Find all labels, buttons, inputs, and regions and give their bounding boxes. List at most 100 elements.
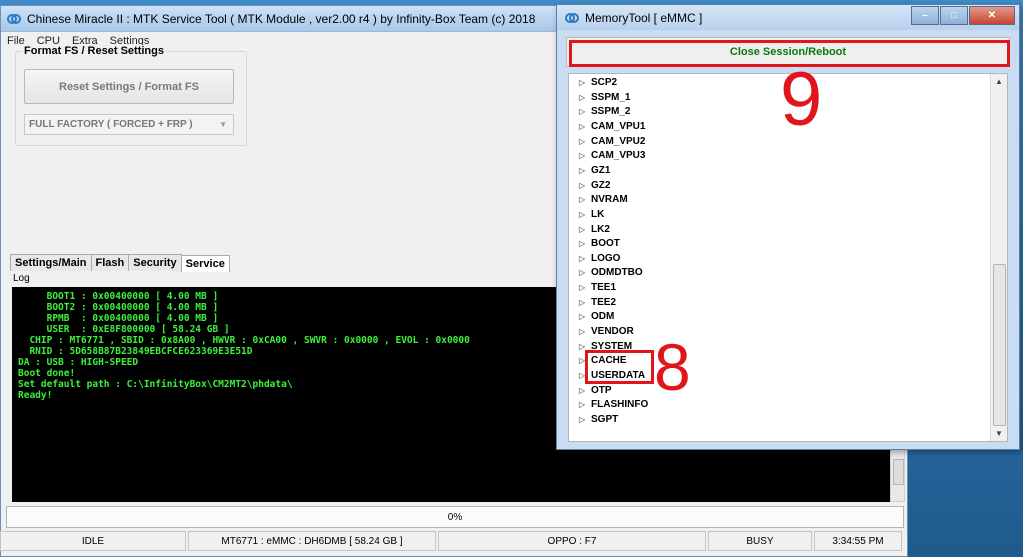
expand-arrow-icon[interactable]: ▷ [579, 166, 591, 175]
status-state: IDLE [0, 531, 186, 551]
tab-security[interactable]: Security [128, 254, 182, 271]
tree-item-gz1[interactable]: ▷ GZ1 [579, 165, 610, 176]
chevron-down-icon: ▼ [219, 120, 227, 129]
tree-item-label: SCP2 [591, 77, 618, 88]
tree-item-label: TEE2 [591, 296, 617, 308]
tree-item-label: SSPM_2 [591, 106, 631, 118]
tree-item-nvram[interactable]: ▷ NVRAM [579, 194, 628, 205]
expand-arrow-icon[interactable]: ▷ [579, 327, 591, 336]
tree-item-sspm-2[interactable]: ▷ SSPM_2 [579, 106, 630, 117]
main-window-title: Chinese Miracle II : MTK Service Tool ( … [27, 11, 536, 26]
tree-scrollbar[interactable]: ▲ ▼ [990, 74, 1007, 441]
format-reset-group: Format FS / Reset Settings Reset Setting… [15, 45, 247, 146]
tab-bar: Settings/Main Flash Security Service [10, 254, 230, 272]
progress-bar: 0% [6, 506, 904, 528]
tree-item-label: TEE1 [591, 282, 617, 294]
tree-item-label: CAM_VPU3 [591, 150, 646, 162]
tree-item-label: CAM_VPU1 [591, 120, 646, 132]
status-time: 3:34:55 PM [814, 531, 902, 551]
scroll-up-icon[interactable]: ▲ [995, 77, 1003, 86]
status-model: OPPO : F7 [438, 531, 706, 551]
expand-arrow-icon[interactable]: ▷ [579, 400, 591, 409]
app-icon [7, 12, 21, 26]
tree-item-label: NVRAM [591, 194, 628, 206]
annotation-box-8 [585, 350, 654, 384]
tree-item-label: SSPM_1 [591, 91, 631, 103]
status-busy: BUSY [708, 531, 812, 551]
log-scrollbar[interactable] [890, 448, 905, 502]
expand-arrow-icon[interactable]: ▷ [579, 225, 591, 234]
tree-item-cam-vpu1[interactable]: ▷ CAM_VPU1 [579, 121, 645, 132]
tree-item-otp[interactable]: ▷ OTP [579, 385, 612, 396]
tree-item-label: GZ1 [591, 164, 611, 176]
expand-arrow-icon[interactable]: ▷ [579, 283, 591, 292]
expand-arrow-icon[interactable]: ▷ [579, 107, 591, 116]
log-label: Log [13, 273, 30, 284]
tree-item-label: BOOT [591, 238, 620, 250]
tree-item-gz2[interactable]: ▷ GZ2 [579, 180, 610, 191]
tree-item-tee2[interactable]: ▷ TEE2 [579, 297, 616, 308]
tree-item-cam-vpu3[interactable]: ▷ CAM_VPU3 [579, 150, 645, 161]
tree-item-flashinfo[interactable]: ▷ FLASHINFO [579, 399, 648, 410]
expand-arrow-icon[interactable]: ▷ [579, 386, 591, 395]
maximize-icon[interactable]: □ [940, 6, 968, 25]
expand-arrow-icon[interactable]: ▷ [579, 195, 591, 204]
tree-item-boot[interactable]: ▷ BOOT [579, 238, 620, 249]
expand-arrow-icon[interactable]: ▷ [579, 312, 591, 321]
tree-item-label: FLASHINFO [591, 399, 649, 411]
expand-arrow-icon[interactable]: ▷ [579, 268, 591, 277]
tree-item-lk2[interactable]: ▷ LK2 [579, 224, 610, 235]
expand-arrow-icon[interactable]: ▷ [579, 298, 591, 307]
tab-service[interactable]: Service [180, 255, 230, 272]
tree-item-vendor[interactable]: ▷ VENDOR [579, 326, 634, 337]
tree-item-scp2[interactable]: ▷ SCP2 [579, 77, 617, 88]
tree-item-logo[interactable]: ▷ LOGO [579, 253, 620, 264]
window-controls: – □ ✕ [911, 6, 1015, 25]
status-device: MT6771 : eMMC : DH6DMB [ 58.24 GB ] [188, 531, 436, 551]
reset-settings-button[interactable]: Reset Settings / Format FS [24, 69, 234, 104]
tree-item-label: LOGO [591, 252, 621, 264]
progress-text: 0% [447, 511, 463, 523]
scroll-down-icon[interactable]: ▼ [995, 429, 1003, 438]
expand-arrow-icon[interactable]: ▷ [579, 78, 591, 87]
tree-item-label: VENDOR [591, 326, 634, 338]
tree-item-lk[interactable]: ▷ LK [579, 209, 604, 220]
expand-arrow-icon[interactable]: ▷ [579, 181, 591, 190]
tree-item-cam-vpu2[interactable]: ▷ CAM_VPU2 [579, 136, 645, 147]
tree-item-label: SGPT [591, 413, 619, 425]
tree-item-label: OTP [591, 384, 612, 396]
tab-settings-main[interactable]: Settings/Main [10, 254, 92, 271]
close-icon[interactable]: ✕ [969, 6, 1015, 25]
tree-item-tee1[interactable]: ▷ TEE1 [579, 282, 616, 293]
tree-item-odmdtbo[interactable]: ▷ ODMDTBO [579, 267, 643, 278]
annotation-number-9: 9 [780, 57, 823, 142]
expand-arrow-icon[interactable]: ▷ [579, 415, 591, 424]
memory-tool-title: MemoryTool [ eMMC ] [585, 10, 703, 25]
tree-item-sspm-1[interactable]: ▷ SSPM_1 [579, 92, 630, 103]
tree-item-label: ODM [591, 311, 615, 323]
format-group-label: Format FS / Reset Settings [22, 45, 166, 57]
tree-item-label: LK2 [591, 223, 610, 235]
annotation-number-8: 8 [654, 330, 691, 404]
mode-select-value: FULL FACTORY ( FORCED + FRP ) [29, 119, 193, 130]
expand-arrow-icon[interactable]: ▷ [579, 210, 591, 219]
tree-item-label: GZ2 [591, 179, 611, 191]
expand-arrow-icon[interactable]: ▷ [579, 239, 591, 248]
expand-arrow-icon[interactable]: ▷ [579, 151, 591, 160]
tree-item-odm[interactable]: ▷ ODM [579, 311, 614, 322]
tree-item-sgpt[interactable]: ▷ SGPT [579, 414, 618, 425]
app-icon [565, 11, 579, 25]
minimize-icon[interactable]: – [911, 6, 939, 25]
status-bar: IDLE MT6771 : eMMC : DH6DMB [ 58.24 GB ]… [0, 531, 906, 551]
expand-arrow-icon[interactable]: ▷ [579, 137, 591, 146]
tree-item-label: CAM_VPU2 [591, 135, 646, 147]
scrollbar-thumb[interactable] [993, 264, 1006, 426]
expand-arrow-icon[interactable]: ▷ [579, 122, 591, 131]
mode-select[interactable]: FULL FACTORY ( FORCED + FRP ) ▼ [24, 114, 234, 135]
scrollbar-thumb[interactable] [893, 459, 904, 485]
tab-flash[interactable]: Flash [90, 254, 130, 271]
expand-arrow-icon[interactable]: ▷ [579, 93, 591, 102]
tree-item-label: ODMDTBO [591, 267, 643, 279]
expand-arrow-icon[interactable]: ▷ [579, 254, 591, 263]
tree-item-label: LK [591, 208, 605, 220]
